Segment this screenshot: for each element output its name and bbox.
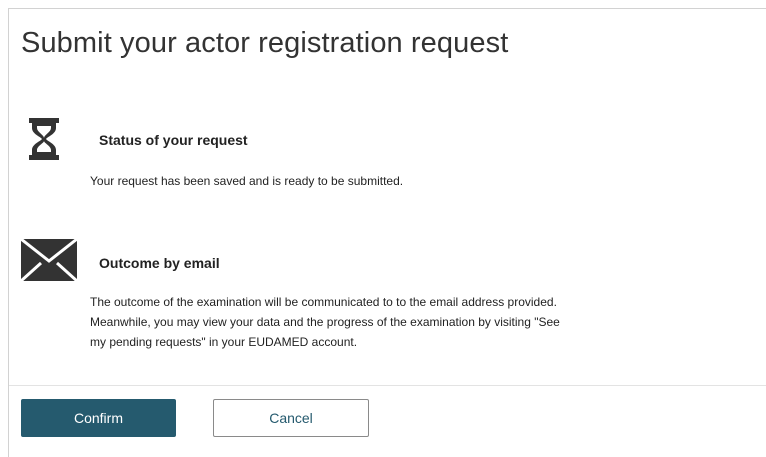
outcome-text-line: my pending requests" in your EUDAMED acc… [90, 335, 358, 349]
outcome-heading: Outcome by email [99, 255, 220, 271]
dialog-title: Submit your actor registration request [21, 27, 509, 59]
outcome-text: The outcome of the examination will be c… [90, 292, 650, 352]
outcome-text-line: The outcome of the examination will be c… [90, 295, 557, 309]
envelope-icon [21, 239, 77, 281]
hourglass-icon [29, 118, 59, 160]
outcome-text-line: Meanwhile, you may view your data and th… [90, 315, 560, 329]
status-heading: Status of your request [99, 132, 248, 148]
confirm-button[interactable]: Confirm [21, 399, 176, 437]
submit-request-dialog: Submit your actor registration request S… [8, 8, 766, 457]
status-text: Your request has been saved and is ready… [90, 174, 404, 188]
cancel-button[interactable]: Cancel [213, 399, 369, 437]
footer-divider [9, 385, 766, 386]
